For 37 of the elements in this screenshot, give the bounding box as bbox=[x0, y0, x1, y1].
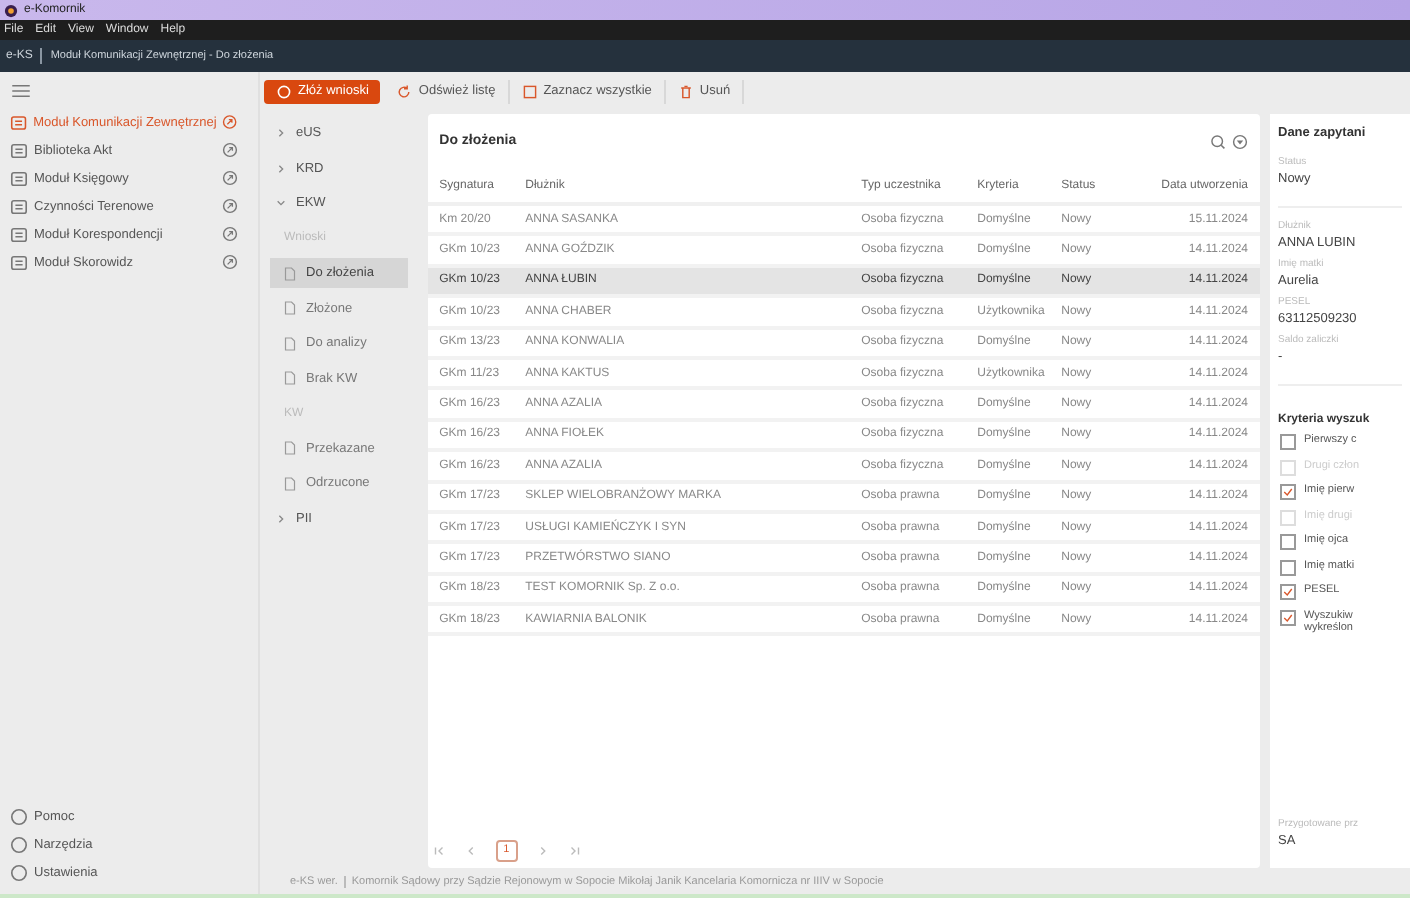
filter-icon[interactable] bbox=[1232, 133, 1248, 149]
document-icon bbox=[284, 300, 296, 317]
last-page-icon[interactable] bbox=[567, 843, 582, 857]
module-icon bbox=[10, 197, 28, 215]
link-icon bbox=[222, 198, 238, 214]
check-icon bbox=[1282, 586, 1294, 598]
link-icon bbox=[222, 114, 238, 130]
link-icon bbox=[222, 170, 238, 186]
link-icon bbox=[222, 226, 238, 242]
document-icon bbox=[284, 475, 296, 492]
search-icon[interactable] bbox=[1210, 133, 1226, 149]
menu-icon[interactable] bbox=[12, 84, 30, 98]
module-icon bbox=[10, 253, 28, 271]
document-icon bbox=[284, 335, 296, 352]
module-icon bbox=[10, 225, 28, 243]
module-icon bbox=[10, 169, 28, 187]
link-icon bbox=[222, 254, 238, 270]
document-icon bbox=[284, 440, 296, 457]
module-icon bbox=[10, 141, 28, 159]
check-icon bbox=[1282, 611, 1294, 623]
toolbar-icon bbox=[276, 83, 292, 99]
chevron-icon bbox=[276, 128, 286, 139]
previous-page-icon[interactable] bbox=[463, 843, 478, 857]
toolbar-icon bbox=[396, 83, 413, 99]
first-page-icon[interactable] bbox=[431, 843, 446, 857]
toolbar-icon bbox=[677, 83, 694, 99]
chevron-icon bbox=[276, 163, 286, 174]
document-icon bbox=[284, 265, 296, 282]
chevron-icon bbox=[276, 513, 286, 524]
document-icon bbox=[284, 370, 296, 387]
toolbar-icon bbox=[521, 83, 538, 99]
link-icon bbox=[222, 142, 238, 158]
app-icon bbox=[4, 3, 18, 17]
check-icon bbox=[1282, 486, 1294, 498]
module-icon bbox=[10, 113, 28, 131]
chevron-icon bbox=[276, 198, 286, 209]
next-page-icon[interactable] bbox=[535, 843, 550, 857]
